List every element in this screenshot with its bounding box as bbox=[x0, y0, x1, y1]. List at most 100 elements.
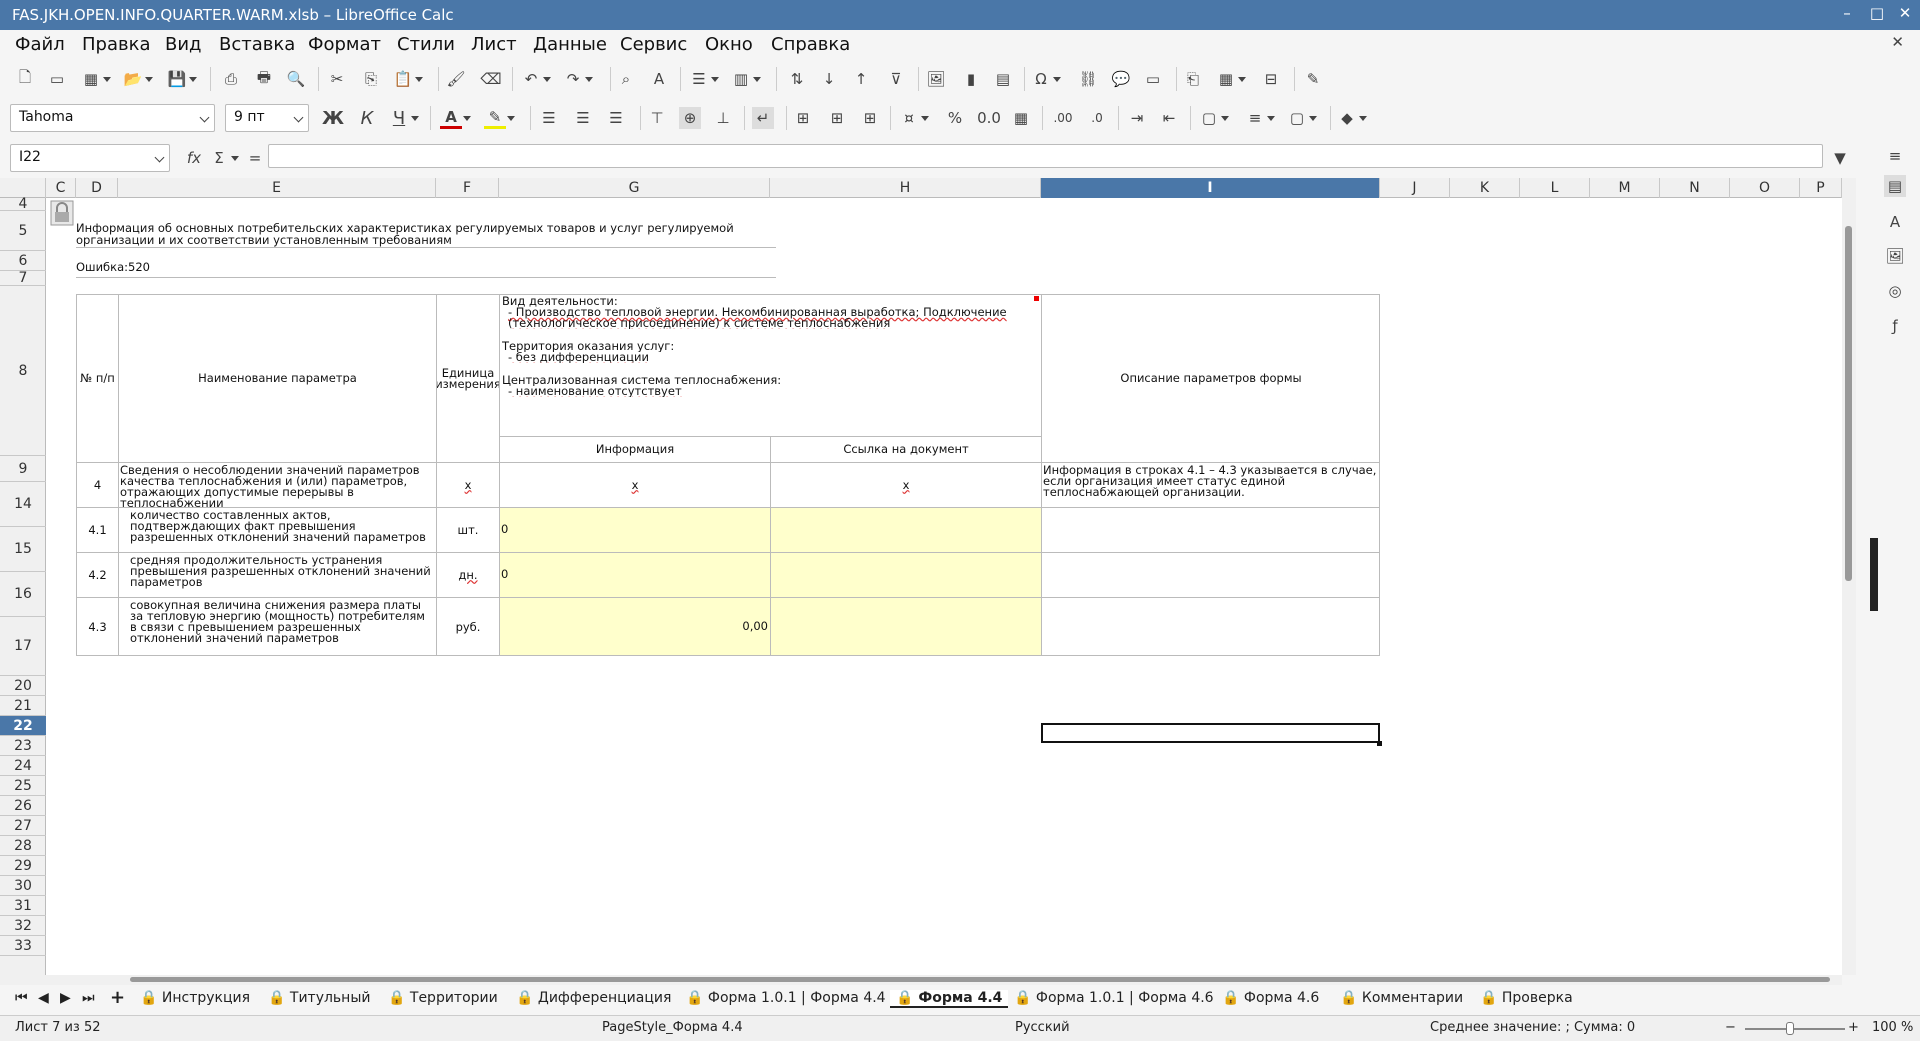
merge-center-icon[interactable]: ⊞ bbox=[792, 107, 814, 129]
increase-indent-icon[interactable]: ⇥ bbox=[1126, 107, 1148, 129]
currency-format-icon[interactable]: ¤ bbox=[898, 107, 929, 129]
open-icon[interactable]: 📂 bbox=[122, 68, 153, 90]
first-sheet-icon[interactable]: ⏮ bbox=[15, 990, 28, 1006]
comment-icon[interactable]: 💬 bbox=[1110, 68, 1132, 90]
wrap-text-icon[interactable]: ↵ bbox=[752, 107, 774, 129]
row-document-link-input[interactable] bbox=[771, 553, 1041, 597]
column-header-d[interactable]: D bbox=[76, 178, 118, 198]
cut-icon[interactable]: ✂ bbox=[326, 68, 348, 90]
sheet-tab-forma-46[interactable]: 🔒 Форма 4.6 bbox=[1222, 990, 1319, 1006]
navigator-icon[interactable]: ◎ bbox=[1884, 280, 1906, 302]
align-right-icon[interactable]: ☰ bbox=[605, 107, 627, 129]
row-header[interactable]: 31 bbox=[0, 896, 46, 916]
pivot-table-icon[interactable]: ▤ bbox=[992, 68, 1014, 90]
delete-decimal-icon[interactable]: .0 bbox=[1086, 107, 1108, 129]
row-header[interactable]: 25 bbox=[0, 776, 46, 796]
menu-sheet[interactable]: Лист bbox=[471, 34, 517, 55]
horizontal-scrollbar-thumb[interactable] bbox=[130, 977, 1830, 982]
column-header-m[interactable]: M bbox=[1590, 178, 1660, 198]
vertical-scrollbar[interactable] bbox=[1842, 178, 1856, 975]
menu-data[interactable]: Данные bbox=[533, 34, 607, 55]
sheet-tab-kommentarii[interactable]: 🔒 Комментарии bbox=[1340, 990, 1463, 1006]
column-header-g[interactable]: G bbox=[499, 178, 770, 198]
menu-help[interactable]: Справка bbox=[771, 34, 850, 55]
hyperlink-icon[interactable]: ⛓ bbox=[1077, 68, 1099, 90]
bold-icon[interactable]: Ж bbox=[322, 107, 344, 129]
autofilter-icon[interactable]: ⊽ bbox=[885, 68, 907, 90]
align-top-icon[interactable]: ⊤ bbox=[646, 107, 668, 129]
zoom-level[interactable]: 100 % bbox=[1872, 1020, 1913, 1035]
row-header[interactable]: 24 bbox=[0, 756, 46, 776]
split-window-icon[interactable]: ⊟ bbox=[1260, 68, 1282, 90]
sheet-tab-proverka[interactable]: 🔒 Проверка bbox=[1480, 990, 1573, 1006]
row-icon[interactable]: ☰ bbox=[688, 68, 719, 90]
align-bottom-icon[interactable]: ⊥ bbox=[712, 107, 734, 129]
zoom-slider[interactable] bbox=[1745, 1028, 1845, 1030]
page-style[interactable]: PageStyle_Форма 4.4 bbox=[602, 1020, 743, 1035]
row-header[interactable]: 27 bbox=[0, 816, 46, 836]
border-style-icon[interactable]: ≡ bbox=[1244, 107, 1275, 129]
row-header[interactable]: 6 bbox=[0, 251, 46, 271]
sheet-tab-titulnyi[interactable]: 🔒 Титульный bbox=[268, 990, 371, 1006]
save-icon[interactable]: 💾 bbox=[166, 68, 197, 90]
date-format-icon[interactable]: ▦ bbox=[1010, 107, 1032, 129]
italic-icon[interactable]: К bbox=[356, 107, 378, 129]
freeze-rows-columns-icon[interactable]: ▦ bbox=[1215, 68, 1246, 90]
special-character-icon[interactable]: Ω bbox=[1030, 68, 1061, 90]
undo-icon[interactable]: ↶ bbox=[520, 68, 551, 90]
percent-format-icon[interactable]: % bbox=[944, 107, 966, 129]
borders-icon[interactable]: ▢ bbox=[1198, 107, 1229, 129]
sheet-tab-forma-101-44[interactable]: 🔒 Форма 1.0.1 | Форма 4.4 bbox=[686, 990, 886, 1006]
menu-format[interactable]: Формат bbox=[308, 34, 381, 55]
last-sheet-icon[interactable]: ⏭ bbox=[82, 990, 95, 1006]
gallery-icon[interactable]: 🖼 bbox=[1884, 245, 1906, 267]
sort-icon[interactable]: ⇅ bbox=[786, 68, 808, 90]
row-header[interactable]: 16 bbox=[0, 572, 46, 617]
menu-edit[interactable]: Правка bbox=[82, 34, 151, 55]
sort-ascending-icon[interactable]: ↓ bbox=[818, 68, 840, 90]
sheet-tab-instrukciya[interactable]: 🔒 Инструкция bbox=[140, 990, 250, 1006]
print-preview-icon[interactable]: 🔍 bbox=[285, 68, 307, 90]
spelling-icon[interactable]: A bbox=[648, 68, 670, 90]
maximize-icon[interactable]: □ bbox=[1864, 4, 1890, 22]
language[interactable]: Русский bbox=[1015, 1020, 1070, 1035]
styles-icon[interactable]: A bbox=[1884, 211, 1906, 233]
row-information-input[interactable]: 0,00 bbox=[500, 621, 768, 635]
zoom-in-icon[interactable]: + bbox=[1848, 1020, 1859, 1035]
sidebar-menu-icon[interactable]: ≡ bbox=[1884, 145, 1906, 167]
row-header[interactable]: 30 bbox=[0, 876, 46, 896]
row-header[interactable]: 8 bbox=[0, 286, 46, 456]
column-icon[interactable]: ▥ bbox=[730, 68, 761, 90]
column-header-n[interactable]: N bbox=[1660, 178, 1730, 198]
formula-icon[interactable]: = bbox=[244, 147, 266, 169]
align-left-icon[interactable]: ☰ bbox=[538, 107, 560, 129]
font-color-icon[interactable]: A bbox=[440, 107, 471, 129]
export-pdf-icon[interactable]: ⎙ bbox=[220, 68, 242, 90]
select-all-corner[interactable] bbox=[0, 178, 46, 198]
menu-view[interactable]: Вид bbox=[165, 34, 202, 55]
close-document-icon[interactable]: ✕ bbox=[1891, 33, 1904, 51]
row-information-input[interactable]: 0 bbox=[501, 524, 767, 538]
sheet-tab-forma-44[interactable]: 🔒 Форма 4.4 bbox=[890, 990, 1009, 1008]
font-size-combo[interactable]: 9 пт bbox=[225, 104, 309, 132]
border-color-icon[interactable]: ▢ bbox=[1286, 107, 1317, 129]
insert-image-icon[interactable]: 🖼 bbox=[925, 68, 947, 90]
clone-formatting-icon[interactable]: 🖌 bbox=[445, 68, 467, 90]
insert-chart-icon[interactable]: ▮ bbox=[960, 68, 982, 90]
row-header[interactable]: 14 bbox=[0, 482, 46, 527]
row-header[interactable]: 15 bbox=[0, 527, 46, 572]
menu-styles[interactable]: Стили bbox=[397, 34, 455, 55]
row-header[interactable]: 32 bbox=[0, 916, 46, 936]
row-header[interactable]: 29 bbox=[0, 856, 46, 876]
minimize-icon[interactable]: – bbox=[1834, 4, 1860, 22]
sheet-tab-forma-101-46[interactable]: 🔒 Форма 1.0.1 | Форма 4.6 bbox=[1014, 990, 1214, 1006]
activity-description-cell[interactable]: Вид деятельности: - Производство теплово… bbox=[502, 296, 1038, 434]
sidebar-collapse-handle[interactable] bbox=[1870, 538, 1878, 611]
vertical-scrollbar-thumb[interactable] bbox=[1845, 226, 1852, 581]
formula-input[interactable] bbox=[268, 144, 1823, 168]
sort-descending-icon[interactable]: ↑ bbox=[850, 68, 872, 90]
column-header-i[interactable]: I bbox=[1041, 178, 1380, 198]
row-header[interactable]: 5 bbox=[0, 211, 46, 251]
menu-file[interactable]: Файл bbox=[15, 34, 65, 55]
underline-icon[interactable]: Ч bbox=[388, 107, 419, 129]
